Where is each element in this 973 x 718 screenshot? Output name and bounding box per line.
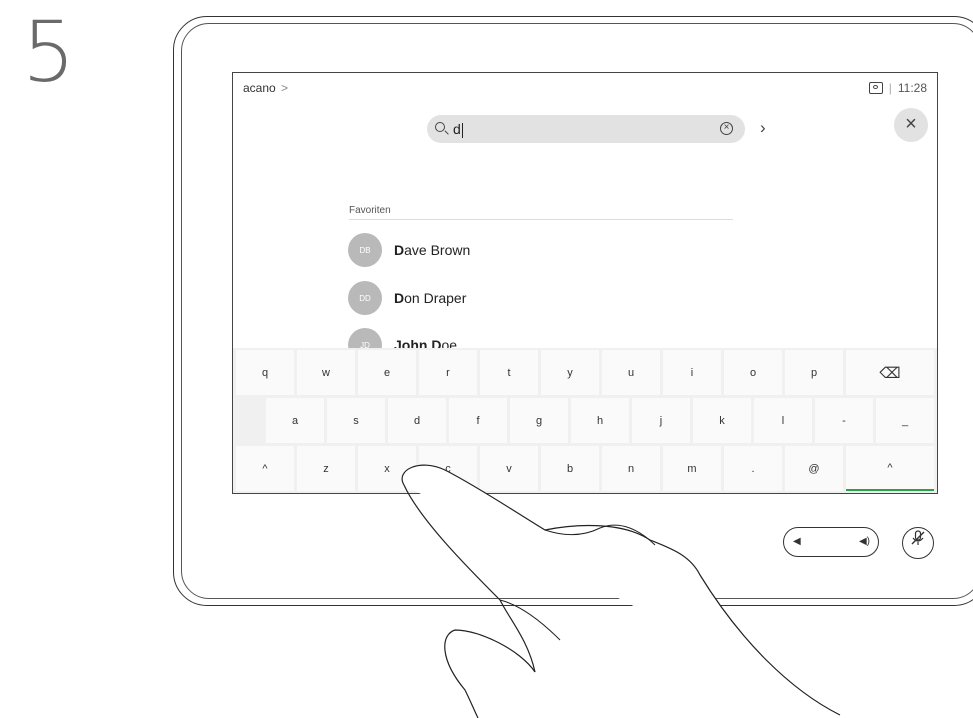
breadcrumb-chevron-icon: > [281, 81, 289, 95]
text-caret [461, 122, 463, 138]
key-h[interactable]: h [571, 398, 629, 443]
selfview-icon[interactable] [868, 82, 883, 94]
avatar: DB [348, 233, 382, 267]
key-hyphen[interactable]: - [815, 398, 873, 443]
key-y[interactable]: y [541, 350, 599, 395]
search-next-chevron-icon[interactable]: › [760, 118, 766, 138]
key-d[interactable]: d [388, 398, 446, 443]
breadcrumb-label: acano [243, 81, 276, 95]
key-x[interactable]: x [358, 446, 416, 491]
key-i[interactable]: i [663, 350, 721, 395]
key-j[interactable]: j [632, 398, 690, 443]
touch-screen: acano > | 11:28 d × › × Favoriten DB Dav… [232, 72, 938, 494]
search-value: d [453, 121, 463, 138]
key-q[interactable]: q [236, 350, 294, 395]
contact-list-item[interactable]: DB Dave Brown [348, 233, 470, 267]
search-icon [435, 122, 445, 132]
key-k[interactable]: k [693, 398, 751, 443]
key-a[interactable]: a [266, 398, 324, 443]
key-f[interactable]: f [449, 398, 507, 443]
key-c[interactable]: c [419, 446, 477, 491]
key-p[interactable]: p [785, 350, 843, 395]
key-underscore[interactable]: _ [876, 398, 934, 443]
avatar: DD [348, 281, 382, 315]
shift-chevron-up-icon: ^ [887, 461, 893, 474]
search-input[interactable]: d × [427, 115, 745, 143]
contact-list-item[interactable]: DD Don Draper [348, 281, 466, 315]
key-period[interactable]: . [724, 446, 782, 491]
backspace-icon: ⌫ [879, 364, 901, 382]
key-at[interactable]: @ [785, 446, 843, 491]
shift-key-right[interactable]: ^ [846, 446, 934, 491]
key-b[interactable]: b [541, 446, 599, 491]
favorites-header: Favoriten [349, 205, 733, 220]
key-w[interactable]: w [297, 350, 355, 395]
key-z[interactable]: z [297, 446, 355, 491]
key-e[interactable]: e [358, 350, 416, 395]
key-v[interactable]: v [480, 446, 538, 491]
key-n[interactable]: n [602, 446, 660, 491]
key-l[interactable]: l [754, 398, 812, 443]
key-s[interactable]: s [327, 398, 385, 443]
step-number: 5 [22, 3, 76, 101]
clock: 11:28 [897, 81, 927, 95]
backspace-key[interactable]: ⌫ [846, 350, 934, 395]
shift-key[interactable]: ^ [236, 446, 294, 491]
volume-control[interactable]: ◀ ◀) [783, 527, 879, 557]
contact-name: Dave Brown [394, 242, 471, 258]
key-u[interactable]: u [602, 350, 660, 395]
breadcrumb[interactable]: acano > [243, 81, 288, 95]
volume-up-icon[interactable]: ◀) [859, 536, 870, 547]
status-bar: | 11:28 [868, 81, 927, 95]
on-screen-keyboard: q w e r t y u i o p ⌫ a s d f g h j k l … [233, 348, 937, 493]
volume-down-icon[interactable]: ◀ [793, 536, 801, 547]
key-o[interactable]: o [724, 350, 782, 395]
key-r[interactable]: r [419, 350, 477, 395]
key-t[interactable]: t [480, 350, 538, 395]
clear-search-icon[interactable]: × [720, 122, 733, 135]
mute-microphone-button[interactable] [902, 527, 934, 559]
key-m[interactable]: m [663, 446, 721, 491]
contact-name: Don Draper [394, 290, 467, 306]
status-divider: | [888, 81, 892, 95]
key-g[interactable]: g [510, 398, 568, 443]
close-button[interactable]: × [894, 108, 928, 142]
microphone-muted-icon [909, 530, 927, 550]
shift-chevron-up-icon: ^ [262, 462, 268, 475]
